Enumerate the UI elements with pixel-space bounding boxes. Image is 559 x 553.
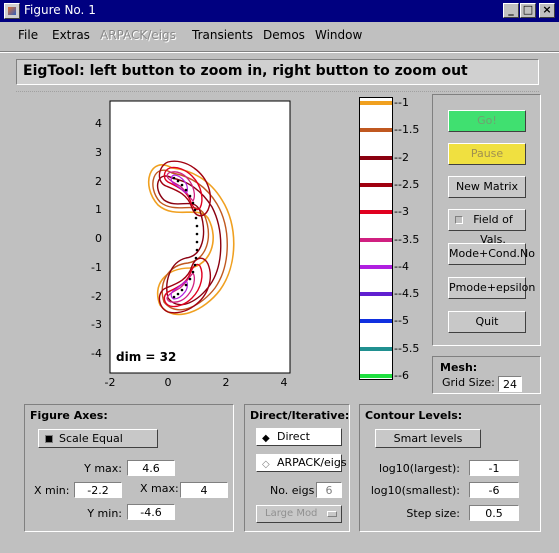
step-size-label: Step size:: [406, 507, 460, 520]
colorbar-label: --3.5: [394, 232, 420, 246]
xmin-input[interactable]: -2.2: [74, 482, 122, 498]
y-tick: -1: [91, 261, 102, 274]
colorbar-label: --2: [394, 150, 409, 164]
app-icon[interactable]: [4, 3, 20, 19]
colorbar-stripe: [360, 101, 392, 105]
ymin-label: Y min:: [87, 507, 122, 520]
pmode-epsilon-button[interactable]: Pmode+epsilon: [448, 277, 535, 299]
x-tick-labels: -2 0 2 4: [105, 376, 288, 389]
divider: [16, 91, 539, 92]
go-button[interactable]: Go!: [448, 110, 526, 132]
step-size-input[interactable]: 0.5: [469, 505, 519, 521]
colorbar-label: --2.5: [394, 177, 420, 191]
dim-annotation: dim = 32: [116, 350, 176, 364]
colorbar-label: --5: [394, 314, 409, 328]
new-matrix-button[interactable]: New Matrix: [448, 176, 526, 198]
y-tick: 4: [95, 117, 102, 130]
colorbar-stripe: [360, 319, 392, 324]
y-tick: -4: [91, 347, 102, 360]
x-tick: 4: [281, 376, 288, 389]
y-tick: -3: [91, 318, 102, 331]
menu-separator: [0, 51, 559, 53]
scale-equal-toggle[interactable]: Scale Equal: [38, 429, 158, 448]
window-title: Figure No. 1: [24, 3, 96, 17]
mode-select-value: Large Mod: [265, 508, 318, 519]
y-tick: -2: [91, 290, 102, 303]
y-tick: 1: [95, 203, 102, 216]
ymax-input[interactable]: 4.6: [127, 460, 175, 476]
xmax-label: X max:: [140, 482, 179, 495]
menu-arpack: ARPACK/eigs: [100, 28, 176, 42]
colorbar-stripe: [360, 237, 392, 242]
log-largest-label: log10(largest):: [379, 462, 460, 475]
dropdown-indicator-icon: [327, 511, 337, 517]
y-tick: 2: [95, 175, 102, 188]
menu-file[interactable]: File: [18, 28, 38, 42]
y-tick: 3: [95, 146, 102, 159]
colorbar-stripe: [360, 292, 392, 297]
minimize-button[interactable]: _: [503, 3, 519, 18]
y-tick: 0: [95, 232, 102, 245]
colorbar-stripe: [360, 346, 392, 351]
colorbar-label: --4: [394, 259, 409, 273]
direct-iterative-title: Direct/Iterative:: [250, 409, 350, 422]
xmax-input[interactable]: 4: [180, 482, 228, 498]
colorbar-stripe: [360, 210, 392, 215]
mode-select: Large Mod: [256, 505, 342, 523]
colorbar-label: --4.5: [394, 287, 420, 301]
grid-size-label: Grid Size:: [442, 376, 495, 389]
colorbar-stripe: [360, 128, 392, 133]
pseudospectra-plot[interactable]: dim = 32 4 3 2 1 0 -1 -2 -3 -4 -2 0 2 4: [80, 100, 295, 395]
ymax-label: Y max:: [84, 462, 122, 475]
direct-label: Direct: [277, 430, 310, 443]
title-bar: Figure No. 1 _ □ ×: [0, 0, 559, 22]
colorbar-stripe: [360, 155, 392, 160]
arpack-radio[interactable]: ◇ ARPACK/eigs: [256, 454, 347, 472]
menu-demos[interactable]: Demos: [263, 28, 305, 42]
no-eigs-input: 6: [316, 482, 342, 498]
pause-button[interactable]: Pause: [448, 143, 526, 165]
menu-transients[interactable]: Transients: [192, 28, 253, 42]
ymin-input[interactable]: -4.6: [127, 504, 175, 520]
mesh-title: Mesh:: [440, 361, 478, 374]
plot-area[interactable]: [109, 100, 291, 374]
radio-unselected-icon: ◇: [262, 459, 270, 470]
menu-extras[interactable]: Extras: [52, 28, 90, 42]
checkbox-checked-icon: [45, 435, 53, 443]
x-tick: 0: [165, 376, 172, 389]
colorbar-label: --1.5: [394, 123, 420, 137]
smart-levels-button[interactable]: Smart levels: [375, 429, 481, 448]
colorbar-stripe: [360, 182, 392, 187]
direct-radio[interactable]: ◆ Direct: [256, 428, 342, 446]
colorbar-stripe: [360, 264, 392, 269]
menu-window[interactable]: Window: [315, 28, 362, 42]
log-largest-input[interactable]: -1: [469, 460, 519, 476]
checkbox-icon: [455, 216, 463, 224]
figure-axes-title: Figure Axes:: [30, 409, 108, 422]
colorbar-label: --6: [394, 369, 409, 382]
log-smallest-label: log10(smallest):: [370, 484, 460, 497]
log-smallest-input[interactable]: -6: [469, 482, 519, 498]
quit-button[interactable]: Quit: [448, 311, 526, 333]
field-of-values-toggle[interactable]: Field of Vals.: [448, 209, 526, 246]
arpack-label: ARPACK/eigs: [277, 456, 347, 469]
colorbar-label: --5.5: [394, 341, 420, 355]
colorbar-label: --3: [394, 205, 409, 219]
x-tick: 2: [223, 376, 230, 389]
x-tick: -2: [105, 376, 116, 389]
maximize-button[interactable]: □: [520, 3, 536, 18]
no-eigs-label: No. eigs: [270, 484, 315, 497]
colorbar-label: --1: [394, 96, 409, 109]
colorbar-stripe: [360, 374, 392, 378]
y-tick-labels: 4 3 2 1 0 -1 -2 -3 -4: [91, 117, 102, 360]
mode-cond-button[interactable]: Mode+Cond.No: [448, 243, 535, 265]
xmin-label: X min:: [34, 484, 70, 497]
close-button[interactable]: ×: [539, 3, 555, 18]
radio-selected-icon: ◆: [262, 433, 270, 444]
header-message: EigTool: left button to zoom in, right b…: [16, 59, 539, 85]
scale-equal-label: Scale Equal: [59, 432, 123, 445]
grid-size-input[interactable]: 24: [498, 376, 522, 392]
contour-levels-title: Contour Levels:: [365, 409, 463, 422]
